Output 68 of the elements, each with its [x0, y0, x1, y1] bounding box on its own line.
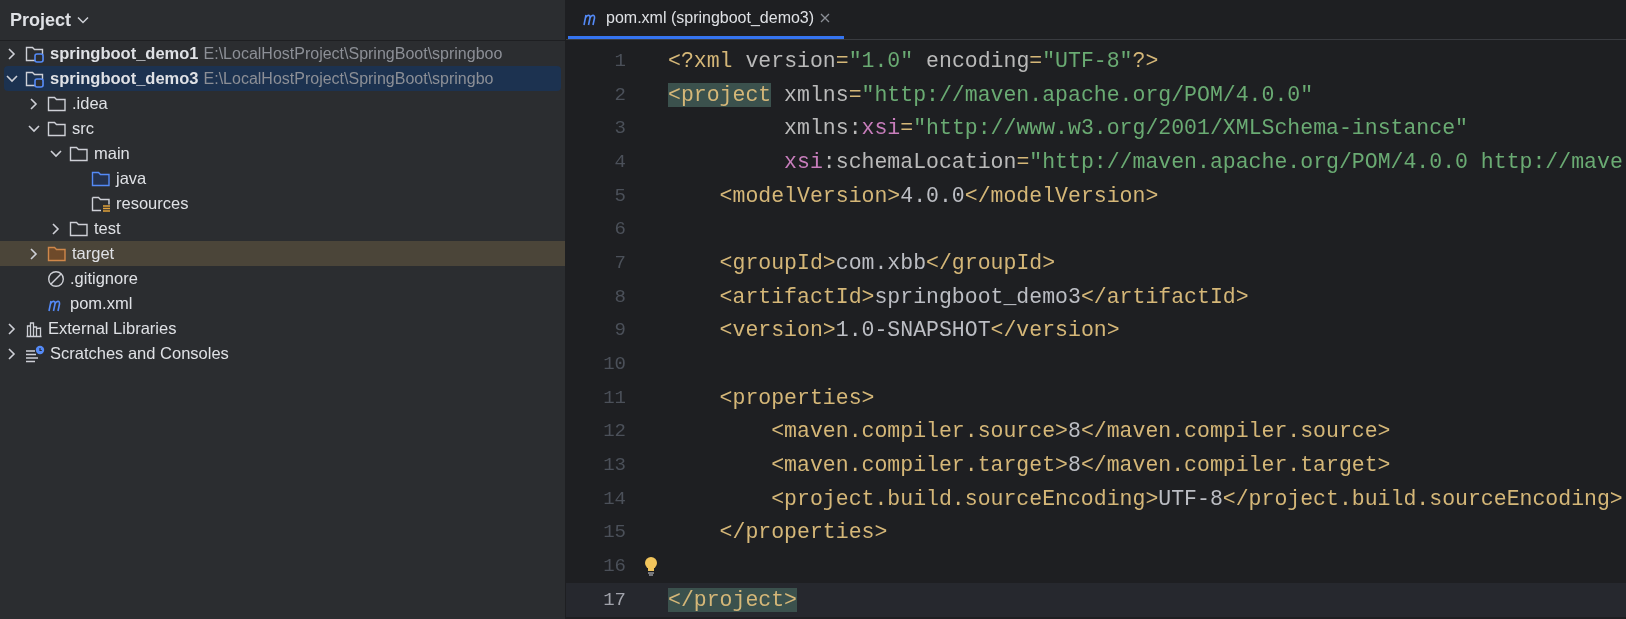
module-folder-icon [25, 69, 45, 88]
chevron-right-icon[interactable] [29, 246, 39, 261]
code-line: <modelVersion>4.0.0</modelVersion> [718, 183, 1159, 208]
folder-icon [69, 219, 89, 238]
libraries-icon [25, 319, 43, 338]
item-label: .idea [72, 94, 108, 113]
module-path: E:\LocalHostProject\SpringBoot\springboo [203, 44, 503, 63]
code-line: <properties> [718, 385, 875, 410]
tree-item[interactable]: java [0, 166, 565, 191]
resources-folder-icon [91, 194, 111, 213]
chevron-down-icon[interactable] [49, 148, 63, 159]
item-label: springboot_demo3 [50, 69, 199, 88]
chevron-right-icon[interactable] [51, 221, 61, 236]
chevron-right-icon[interactable] [7, 346, 17, 361]
tree-item[interactable]: test [0, 216, 565, 241]
module-folder-icon [25, 44, 45, 63]
code-line: <maven.compiler.source>8</maven.compiler.source> [770, 419, 1391, 444]
item-label: pom.xml [70, 294, 133, 313]
ignore-icon [47, 269, 65, 288]
item-label: test [94, 219, 121, 238]
close-icon[interactable] [820, 13, 831, 23]
item-label: External Libraries [48, 319, 177, 338]
folder-icon [69, 144, 89, 163]
code-line: <?xml version="1.0" encoding="UTF-8"?> [668, 48, 1159, 73]
code-line: xsi:schemaLocation="http://maven.apache.org/POM/4.0.0 http://mave [783, 149, 1623, 174]
line-number: 17 [602, 588, 627, 611]
tree-item[interactable]: .idea [0, 91, 565, 116]
tree-item[interactable]: resources [0, 191, 565, 216]
item-label: target [72, 244, 115, 263]
folder-icon [91, 169, 111, 188]
chevron-down-icon[interactable] [27, 123, 41, 134]
chevron-right-icon[interactable] [7, 321, 17, 336]
tree-item[interactable]: pom.xml [0, 291, 565, 316]
chevron-right-icon[interactable] [29, 96, 39, 111]
item-label: resources [116, 194, 189, 213]
panel-title[interactable]: Project [10, 9, 72, 31]
tree-item[interactable]: springboot_demo3 E:\LocalHostProject\SpringBoot\springbo [4, 66, 561, 91]
item-label: springboot_demo1 [50, 44, 199, 63]
code-line: <version>1.0-SNAPSHOT</version> [718, 318, 1120, 343]
code-line: </properties> [718, 520, 888, 545]
tree-item[interactable]: External Libraries [0, 316, 565, 341]
folder-icon [47, 244, 67, 263]
code-line: <groupId>com.xbb</groupId> [718, 250, 1056, 275]
folder-icon [47, 94, 67, 113]
tree-item[interactable]: Scratches and Consoles [0, 341, 565, 366]
item-label: main [94, 144, 130, 163]
chevron-right-icon[interactable] [7, 46, 17, 61]
lightbulb-icon[interactable] [644, 556, 658, 577]
item-label: java [116, 169, 147, 188]
item-label: .gitignore [70, 269, 138, 288]
tree-item[interactable]: src [0, 116, 565, 141]
code-line: <project xmlns="http://maven.apache.org/POM/4.0.0" [668, 82, 1314, 107]
code-line: <project.build.sourceEncoding>UTF-8</project.build.sourceEncoding> [770, 486, 1623, 511]
chevron-down-icon[interactable] [77, 16, 90, 24]
tree-item[interactable]: main [0, 141, 565, 166]
chevron-down-icon[interactable] [5, 73, 19, 84]
tree-item[interactable]: target [0, 241, 565, 266]
tree-item[interactable]: springboot_demo1 E:\LocalHostProject\SpringBoot\springboo [0, 41, 565, 66]
code-line: <artifactId>springboot_demo3</artifactId> [718, 284, 1249, 309]
module-path: E:\LocalHostProject\SpringBoot\springbo [203, 69, 494, 88]
code-line: <maven.compiler.target>8</maven.compiler.target> [770, 453, 1391, 478]
folder-icon [47, 119, 67, 138]
scratches-icon [25, 344, 45, 363]
item-label: src [72, 119, 94, 138]
editor-tab[interactable]: pom.xml (springboot_demo3) [568, 0, 845, 39]
item-label: Scratches and Consoles [50, 344, 229, 363]
code-line: xmlns:xsi="http://www.w3.org/2001/XMLSchema-instance" [783, 116, 1468, 141]
tree-item[interactable]: .gitignore [0, 266, 565, 291]
